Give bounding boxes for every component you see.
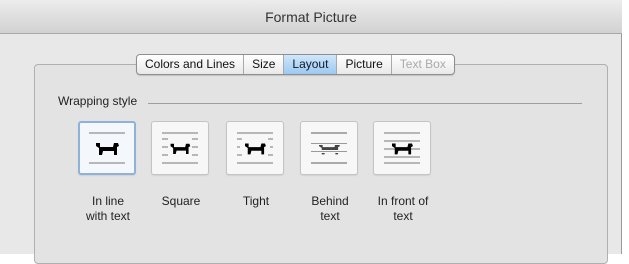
wrap-option-tight-button[interactable] xyxy=(226,121,284,175)
in-front-of-text-icon xyxy=(384,132,420,164)
wrap-option-in-front-of-text-label-2: text xyxy=(393,209,413,223)
format-picture-dialog: Format Picture Colors and Lines Size Lay… xyxy=(0,0,622,264)
tab-picture[interactable]: Picture xyxy=(337,55,392,74)
window-title: Format Picture xyxy=(265,9,357,25)
tab-colors-and-lines[interactable]: Colors and Lines xyxy=(137,55,245,74)
wrap-option-tight[interactable]: Tight xyxy=(226,121,286,208)
tab-size[interactable]: Size xyxy=(244,55,285,74)
wrap-option-behind-text[interactable]: Behind text xyxy=(300,121,360,223)
wrap-option-inline-button[interactable] xyxy=(78,121,136,175)
wrap-option-in-front-of-text-button[interactable] xyxy=(373,121,431,175)
tab-layout[interactable]: Layout xyxy=(284,55,338,74)
tab-text-box: Text Box xyxy=(399,57,446,71)
wrapping-style-label: Wrapping style xyxy=(58,94,141,108)
group-divider xyxy=(148,103,582,104)
wrap-option-inline-label-2: with text xyxy=(85,209,130,223)
inline-wrap-icon xyxy=(89,132,125,164)
wrap-option-square[interactable]: Square xyxy=(151,121,211,208)
square-wrap-icon xyxy=(162,132,198,164)
wrap-option-square-button[interactable] xyxy=(151,121,209,175)
wrap-option-in-front-of-text[interactable]: In front of text xyxy=(373,121,433,223)
wrap-option-behind-text-button[interactable] xyxy=(300,121,358,175)
wrap-option-in-front-of-text-label-1: In front of xyxy=(377,194,429,208)
tight-wrap-icon xyxy=(237,132,273,164)
behind-text-icon xyxy=(311,132,347,164)
wrap-option-inline[interactable]: In line with text xyxy=(78,121,138,223)
title-bar[interactable]: Format Picture xyxy=(0,0,622,34)
tab-bar: Colors and Lines Size Layout Picture Tex… xyxy=(136,54,455,75)
